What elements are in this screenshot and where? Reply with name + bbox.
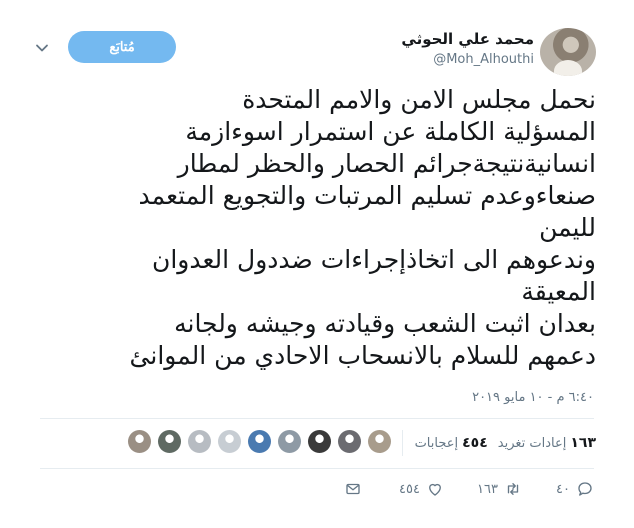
retweets-label: إعادات تغريد [497, 435, 567, 451]
tweet-line: نحمل مجلس الامن والامم المتحدة [242, 85, 596, 114]
heart-icon [429, 483, 441, 496]
likes-count: ٤٥٤ [462, 435, 488, 451]
liker-avatar[interactable] [278, 430, 301, 453]
liker-avatar[interactable] [188, 430, 211, 453]
like-button[interactable]: ٤٥٤ [399, 480, 444, 498]
liker-avatar[interactable] [158, 430, 181, 453]
chevron-down-icon[interactable] [34, 40, 50, 56]
reply-icon [578, 482, 592, 496]
tweet-line: بعدان اثبت الشعب وقيادته وجيشه ولجانه [174, 309, 596, 338]
retweets-stat[interactable]: ١٦٣ إعادات تغريد [498, 435, 596, 451]
tweet-timestamp[interactable]: ٦:٤٠ م - ١٠ مايو ٢٠١٩ [472, 390, 594, 405]
tweet-line: لليمن [539, 213, 596, 242]
likes-stat[interactable]: ٤٥٤ إعجابات [415, 435, 488, 451]
tweet-line: صنعاءوعدم تسليم المرتبات والتجويع المتعم… [138, 181, 596, 210]
retweet-icon [507, 483, 519, 495]
tweet-text: نحمل مجلس الامن والامم المتحدة المسؤلية … [36, 84, 596, 372]
author-handle[interactable]: @Moh_Alhouthi [433, 52, 534, 67]
tweet-line: المعيقة [521, 277, 596, 306]
liker-avatar[interactable] [338, 430, 361, 453]
liker-avatar[interactable] [248, 430, 271, 453]
direct-message-button[interactable] [344, 480, 362, 498]
liker-avatar[interactable] [308, 430, 331, 453]
retweet-button[interactable]: ١٦٣ [477, 480, 522, 498]
author-avatar[interactable] [540, 28, 596, 76]
liker-avatar[interactable] [218, 430, 241, 453]
reply-count: ٤٠ [556, 481, 570, 497]
like-count: ٤٥٤ [399, 481, 420, 497]
tweet-line: انسانيةنتيجةجرائم الحصار والحظر لمطار [177, 149, 596, 178]
following-button[interactable]: مُتابَع [68, 31, 176, 63]
retweets-count: ١٦٣ [570, 435, 596, 451]
tweet-line: دعمهم للسلام بالانسحاب الاحادي من الموان… [129, 341, 596, 370]
divider [40, 418, 594, 419]
reply-button[interactable]: ٤٠ [556, 480, 594, 498]
tweet-card: محمد علي الحوثي @Moh_Alhouthi مُتابَع نح… [0, 0, 634, 528]
tweet-line: وندعوهم الى اتخاذإجراءات ضددول العدوان [151, 245, 596, 274]
tweet-line: المسؤلية الكاملة عن استمرار اسوءازمة [185, 117, 596, 146]
retweet-count: ١٦٣ [477, 481, 498, 497]
likes-label: إعجابات [414, 435, 459, 451]
stats-separator [401, 430, 403, 456]
tweet-actions: ٤٠ ١٦٣ ٤٥٤ [0, 480, 634, 504]
engagement-stats: ١٦٣ إعادات تغريد ٤٥٤ إعجابات [400, 428, 596, 458]
author-name[interactable]: محمد علي الحوثي [401, 30, 534, 48]
liker-avatar[interactable] [128, 430, 151, 453]
divider [40, 468, 594, 469]
envelope-icon [346, 483, 360, 495]
liker-avatar[interactable] [368, 430, 391, 453]
liker-avatars [128, 430, 391, 453]
